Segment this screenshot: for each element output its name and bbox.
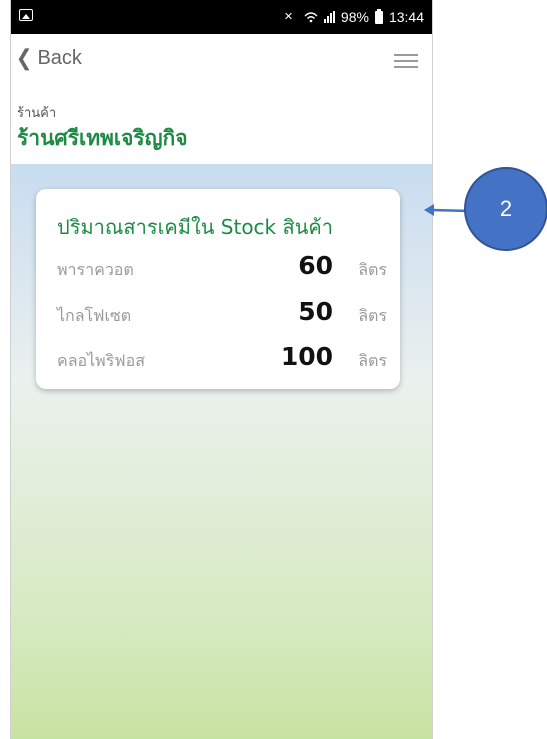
back-button[interactable]: ❮ Back — [15, 47, 82, 70]
battery-icon — [374, 8, 383, 24]
callout-badge: 2 — [464, 167, 547, 251]
wifi-icon — [304, 12, 318, 23]
stock-card: ปริมาณสารเคมีใน Stock สินค้า พาราควอต 60… — [36, 189, 400, 389]
stock-row: พาราควอต 60 ลิตร — [57, 251, 387, 282]
stock-quantity: 50 — [298, 297, 333, 326]
battery-percent: 98% — [340, 9, 369, 25]
stock-quantity: 100 — [280, 342, 333, 371]
chemical-name: ไกลโฟเซต — [57, 306, 132, 325]
status-bar: ✕ 98% 13:44 — [11, 0, 432, 34]
stock-unit: ลิตร — [358, 306, 387, 325]
shop-caption: ร้านค้า — [17, 106, 57, 121]
navigation-bar: ❮ Back — [11, 34, 432, 84]
stock-card-title: ปริมาณสารเคมีใน Stock สินค้า — [57, 215, 333, 239]
content-area: ปริมาณสารเคมีใน Stock สินค้า พาราควอต 60… — [11, 164, 432, 739]
clock: 13:44 — [388, 9, 424, 25]
signal-icon — [323, 11, 335, 23]
callout-number: 2 — [499, 196, 513, 221]
hamburger-menu-icon[interactable] — [394, 54, 418, 68]
shop-name: ร้านศรีเทพเจริญกิจ — [17, 126, 188, 150]
stock-row: ไกลโฟเซต 50 ลิตร — [57, 297, 387, 328]
chemical-name: พาราควอต — [57, 260, 134, 279]
status-icons: ✕ 98% 13:44 — [283, 8, 424, 25]
stock-unit: ลิตร — [358, 260, 387, 279]
image-icon — [19, 9, 33, 21]
back-label: Back — [37, 47, 82, 69]
chevron-left-icon: ❮ — [15, 45, 33, 71]
shop-header: ร้านค้า ร้านศรีเทพเจริญกิจ — [11, 84, 432, 164]
chemical-name: คลอไพริฟอส — [57, 351, 146, 370]
stock-unit: ลิตร — [358, 351, 387, 370]
phone-screen: ✕ 98% 13:44 ❮ Back ร้านค้า ร้านศรีเทพเจร… — [10, 0, 433, 739]
stock-row: คลอไพริฟอส 100 ลิตร — [57, 342, 387, 373]
stock-quantity: 60 — [298, 251, 333, 280]
mute-icon: ✕ — [283, 11, 294, 23]
